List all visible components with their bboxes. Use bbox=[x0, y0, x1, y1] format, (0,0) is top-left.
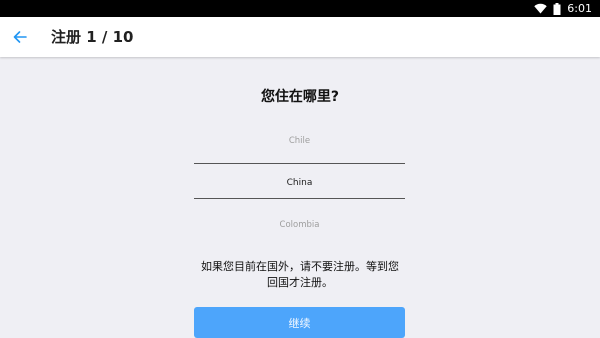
picker-option-chile[interactable]: Chile bbox=[194, 123, 405, 159]
battery-icon bbox=[553, 2, 561, 15]
page-title: 注册 1 / 10 bbox=[51, 28, 134, 46]
notice-text: 如果您目前在国外，请不要注册。等到您 回国才注册。 bbox=[190, 259, 410, 291]
picker-divider-bottom bbox=[194, 198, 405, 199]
status-icons: 6:01 bbox=[534, 1, 592, 16]
question-heading: 您住在哪里? bbox=[260, 89, 340, 105]
arrow-left-icon bbox=[13, 28, 27, 47]
picker-option-china-selected[interactable]: China bbox=[194, 165, 405, 201]
picker-option-colombia[interactable]: Colombia bbox=[194, 207, 405, 243]
continue-button-label: 继续 bbox=[288, 316, 311, 330]
continue-button[interactable]: 继续 bbox=[194, 307, 405, 338]
picker-divider-top bbox=[194, 163, 405, 164]
wifi-icon bbox=[534, 3, 547, 14]
notice-line-2: 回国才注册。 bbox=[267, 276, 333, 289]
country-picker[interactable]: Chile China Colombia bbox=[194, 123, 405, 243]
status-bar: 6:01 bbox=[0, 0, 600, 17]
app-bar: 注册 1 / 10 bbox=[0, 17, 600, 57]
notice-line-1: 如果您目前在国外，请不要注册。等到您 bbox=[201, 260, 399, 273]
back-button[interactable] bbox=[10, 27, 30, 47]
status-time: 6:01 bbox=[567, 2, 592, 15]
